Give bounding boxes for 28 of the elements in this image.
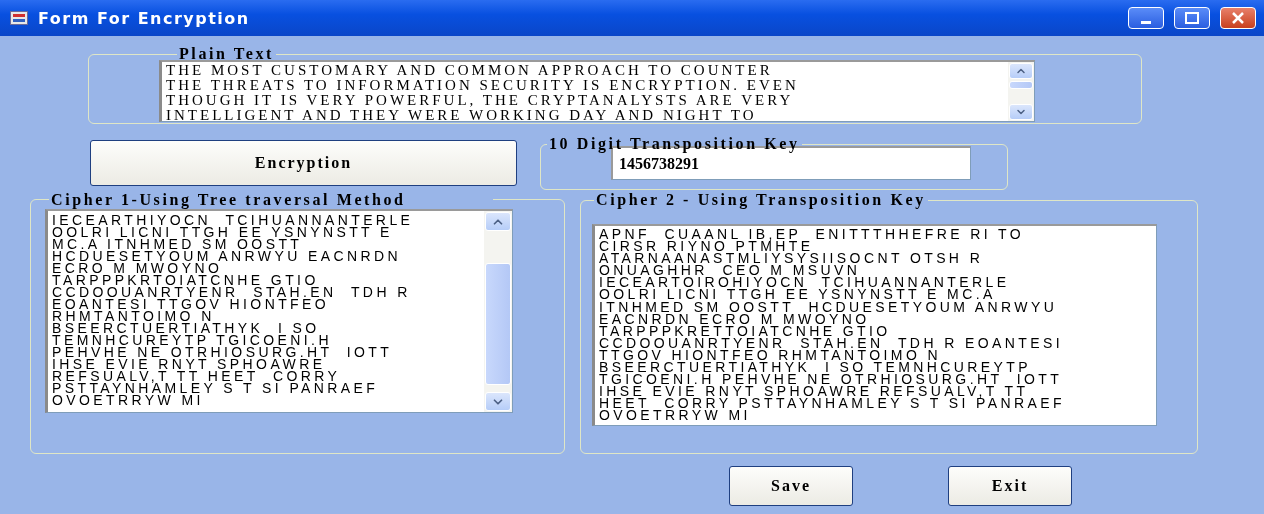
maximize-button[interactable] [1174, 7, 1210, 29]
scrollbar[interactable] [1008, 62, 1034, 121]
plain-text: THE MOST CUSTOMARY AND COMMON APPROACH TO COUNTER THE THREATS TO INFORMATION SECURITY IS ENCRYPTION. EVEN THOUGH IT IS VERY POWERFUL, THE CRYPTANALYSTS ARE VERY INTELLIGENT AND THEY WERE WORKING DAY AND NIGHT TO [165, 62, 800, 121]
app-icon [10, 11, 28, 25]
maximize-icon [1185, 12, 1199, 24]
group-label: Cipher 2 - Using Transposition Key [595, 192, 927, 208]
close-icon [1231, 12, 1245, 24]
scroll-thumb[interactable] [485, 263, 511, 385]
window-title: Form For Encryption [38, 8, 251, 28]
close-button[interactable] [1220, 7, 1256, 29]
scroll-down-button[interactable] [485, 392, 511, 411]
scrollbar[interactable] [484, 211, 512, 412]
text-area[interactable] [592, 224, 1157, 426]
text-area[interactable] [45, 209, 513, 413]
cipher-text: IECEARTHIYOCN TCIHUANNANTERLE OOLRI LICNI TTGH EE YSNYNSTT E MC.A ITNHMED SM OOSTT HCDUESETYOUM ANRWYU EACNRDN ECRO M MWOYNO TARPPPKRTOIATCNHE GTIO CCDOOUANRTYENR STAH.EN TDH R EOANTESI TTGOV HIONTFEO RHMTANTOIMO N BSEERCTUERTIATHYK I SO TEMNHCUREYTP TGICOENI.H PEHVHE NE OTRHIOSURG.HT IOTT IHSE EVIE RNYT SPHOAWRE REFSUALV,T TT HEET CORRY PSTTAYNHAMLEY S T SI PANRAEF OVOETRRYW MI [51, 211, 415, 410]
minimize-icon [1141, 20, 1151, 24]
save-button[interactable]: Save [729, 466, 853, 506]
scroll-up-button[interactable] [485, 212, 511, 231]
cipher-text: APNF CUAANL IB,EP ENITTTHHEFRE RI TO CIRSR RIYNO PTMHTE ATARNAANASTMLIYSYSIISOCNT OTSH R ONUAGHHR CEO M MSUVN IECEARTOIROHIYOCN TCIHUANNANTERLE OOLRI LICNI TTGH EE YSNYNSTT E MC.A ITNHMED SM OOSTT HCDUESETYOUM ANRWYU EACNRDN ECRO M MWOYNO TARPPPKRETTOIATCNHE GTIO CCDOOUANRTYENR STAH.EN TDH R EOANTESI TTGOV HIONTFEO RHMTANTOIMO N BSEERCTUERTIATHYK I SO TEMNHCUREYTP TGICOENI.H PEHVHE NE OTRHIOSURG.HT IOTT IHSE EVIE RNYT SPHOAWRE REFSUALV,T TT HEET CORRY PSTTAYNHAMLEY S T SI PANRAEF OVOETRRYW MI [598, 226, 1066, 425]
group-label: Plain Text [178, 46, 275, 62]
minimize-button[interactable] [1128, 7, 1164, 29]
exit-button[interactable]: Exit [948, 466, 1072, 506]
encryption-button[interactable]: Encryption [90, 140, 517, 186]
text-area[interactable] [159, 60, 1035, 122]
scroll-up-button[interactable] [1009, 63, 1033, 79]
group-label: Cipher 1-Using Tree traversal Method [50, 192, 407, 207]
scroll-down-button[interactable] [1009, 104, 1033, 120]
scroll-thumb[interactable] [1009, 81, 1033, 89]
